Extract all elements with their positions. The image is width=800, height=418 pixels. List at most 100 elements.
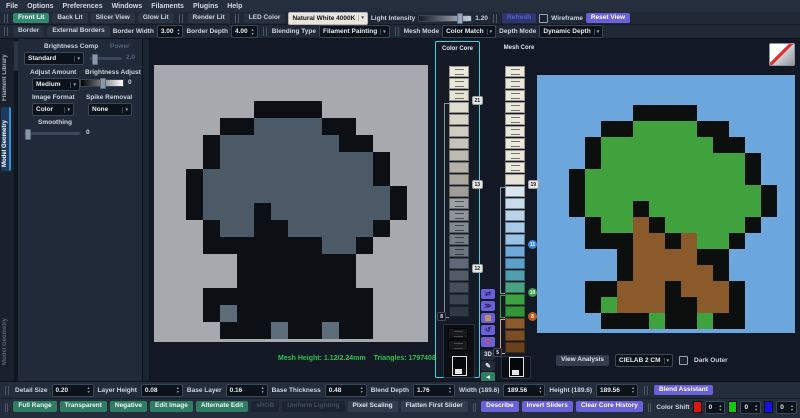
mesh-core-swatch[interactable] (505, 126, 525, 137)
disable-button[interactable]: ⊘ (481, 337, 495, 347)
brightness-adjust-slider[interactable] (80, 79, 124, 87)
mesh-core-swatch[interactable] (505, 198, 525, 209)
toolbar-grip[interactable] (179, 14, 183, 23)
mesh-core-swatch[interactable] (505, 330, 525, 341)
glow-lit-button[interactable]: Glow Lit (138, 13, 174, 24)
mesh-core-swatch[interactable] (505, 342, 525, 353)
view-analysis-button[interactable]: View Analysis (556, 355, 609, 366)
blend-depth-field[interactable]: 1.76▴▾ (413, 384, 455, 397)
back-lit-button[interactable]: Back Lit (52, 13, 87, 24)
pencil-button[interactable]: ✎ (481, 361, 495, 371)
wireframe-checkbox[interactable] (539, 14, 548, 23)
color-core-swatch[interactable] (449, 102, 469, 113)
color-core-swatch[interactable] (449, 126, 469, 137)
edit-image-toggle[interactable]: Edit Image (150, 401, 193, 412)
slider-thumb[interactable] (92, 54, 98, 65)
toolbar-grip[interactable] (235, 14, 239, 23)
color-core-base-slider[interactable] (452, 356, 467, 376)
mesh-core-slider-tag[interactable]: 8 (528, 312, 537, 321)
mesh-core-swatch[interactable] (505, 66, 525, 77)
menu-windows[interactable]: Windows (112, 3, 143, 10)
spinner-down-icon[interactable]: ▾ (719, 408, 721, 412)
mesh-core-swatch[interactable] (505, 150, 525, 161)
mesh-core-swatch[interactable] (505, 234, 525, 245)
menu-filaments[interactable]: Filaments (151, 3, 184, 10)
blend-assistant-button[interactable]: Blend Assistant (654, 385, 713, 396)
sidebar-tab-model-geometry[interactable]: Model Geometry (1, 107, 11, 171)
spinner-down-icon[interactable]: ▾ (177, 390, 179, 394)
full-range-toggle[interactable]: Full Range (13, 401, 56, 412)
menu-help[interactable]: Help (227, 3, 242, 10)
red-shift-field[interactable]: 0▴▾ (705, 401, 726, 414)
sidebar-tab-filament-library[interactable]: Filament Library (1, 41, 9, 105)
color-core-swatch[interactable] (449, 66, 469, 77)
color-core-swatch[interactable] (449, 174, 469, 185)
mesh-mode-dropdown[interactable]: Color Match ▾ (442, 25, 496, 38)
slider-handle[interactable] (455, 369, 462, 374)
spinner-down-icon[interactable]: ▾ (252, 32, 254, 36)
color-core-swatch[interactable] (449, 282, 469, 293)
spinner-down-icon[interactable]: ▾ (262, 390, 264, 394)
base-thickness-field[interactable]: 0.48▴▾ (325, 384, 367, 397)
negative-toggle[interactable]: Negative (110, 401, 147, 412)
color-core-swatch[interactable] (449, 114, 469, 125)
front-lit-button[interactable]: Front Lit (13, 13, 49, 24)
alternate-edit-toggle[interactable]: Alternate Edit (196, 401, 248, 412)
spinner[interactable]: ▴▾ (719, 404, 721, 411)
pixel-scaling-button[interactable]: Pixel Scaling (348, 401, 398, 412)
color-core-swatch[interactable] (449, 270, 469, 281)
color-core-slider-tag[interactable]: 21 (472, 96, 483, 105)
blue-shift-field[interactable]: 0▴▾ (776, 401, 797, 414)
mesh-core-swatch[interactable] (505, 162, 525, 173)
describe-button[interactable]: Describe (481, 401, 518, 412)
toolbar-grip[interactable] (493, 14, 497, 23)
slider-thumb[interactable] (457, 13, 463, 24)
invert-sliders-button[interactable]: Invert Sliders (522, 401, 573, 412)
color-preview-canvas[interactable] (537, 75, 795, 333)
color-core-slider-tag[interactable]: 12 (472, 264, 483, 273)
toolbar-grip[interactable] (263, 27, 267, 36)
spinner[interactable]: ▴▾ (177, 386, 179, 393)
color-core-swatch[interactable] (449, 138, 469, 149)
base-layer-field[interactable]: 0.16▴▾ (226, 384, 268, 397)
toolbar-grip[interactable] (648, 403, 651, 412)
mesh-core-swatch[interactable] (505, 102, 525, 113)
green-channel-swatch[interactable] (728, 401, 737, 413)
adjust-amount-dropdown[interactable]: Medium ▾ (32, 78, 80, 91)
border-depth-field[interactable]: 4.00 ▴▾ (231, 25, 258, 38)
mesh-core-slider-tag[interactable]: 11 (528, 240, 537, 249)
color-core-swatch[interactable] (449, 90, 469, 101)
mesh-core-slider-tag[interactable]: 5 (493, 348, 502, 357)
mesh-core-base-slider[interactable] (509, 357, 524, 377)
fast-forward-button[interactable]: ≫ (481, 301, 495, 311)
layer-height-field[interactable]: 0.08▴▾ (141, 384, 183, 397)
spinner-down-icon[interactable]: ▾ (361, 390, 363, 394)
menu-file[interactable]: File (6, 3, 18, 10)
image-format-dropdown[interactable]: Color ▾ (32, 103, 74, 116)
spinner[interactable]: ▴▾ (88, 386, 90, 393)
width-189-6--field[interactable]: 189.56▴▾ (503, 384, 545, 397)
spinner[interactable]: ▴▾ (539, 386, 541, 393)
color-core-slider-tag[interactable]: 8 (437, 312, 446, 321)
flatten-first-slider-button[interactable]: Flatten First Slider (401, 401, 468, 412)
reset-rotation-button[interactable]: ↺ (481, 325, 495, 335)
slider-thumb[interactable] (25, 129, 31, 140)
spinner[interactable]: ▴▾ (262, 386, 264, 393)
histogram-button[interactable]: ▥ (481, 313, 495, 323)
spinner-down-icon[interactable]: ▾ (755, 408, 757, 412)
color-core-swatch[interactable] (449, 222, 469, 233)
mesh-core-swatch[interactable] (505, 270, 525, 281)
height-189-6--field[interactable]: 189.56▴▾ (596, 384, 638, 397)
color-core-slider-tag[interactable]: 13 (472, 180, 483, 189)
mesh-core-swatch[interactable] (505, 138, 525, 149)
menu-plugins[interactable]: Plugins (193, 3, 218, 10)
color-core-swatch[interactable] (449, 162, 469, 173)
spinner[interactable]: ▴▾ (791, 404, 793, 411)
spinner[interactable]: ▴▾ (755, 404, 757, 411)
mesh-core-swatch[interactable] (505, 258, 525, 269)
color-core-swatch[interactable] (449, 150, 469, 161)
slicer-view-button[interactable]: Slicer View (91, 13, 135, 24)
blue-channel-swatch[interactable] (764, 401, 773, 413)
color-core-swatch[interactable] (449, 246, 469, 257)
color-core-swatch[interactable] (449, 294, 469, 305)
